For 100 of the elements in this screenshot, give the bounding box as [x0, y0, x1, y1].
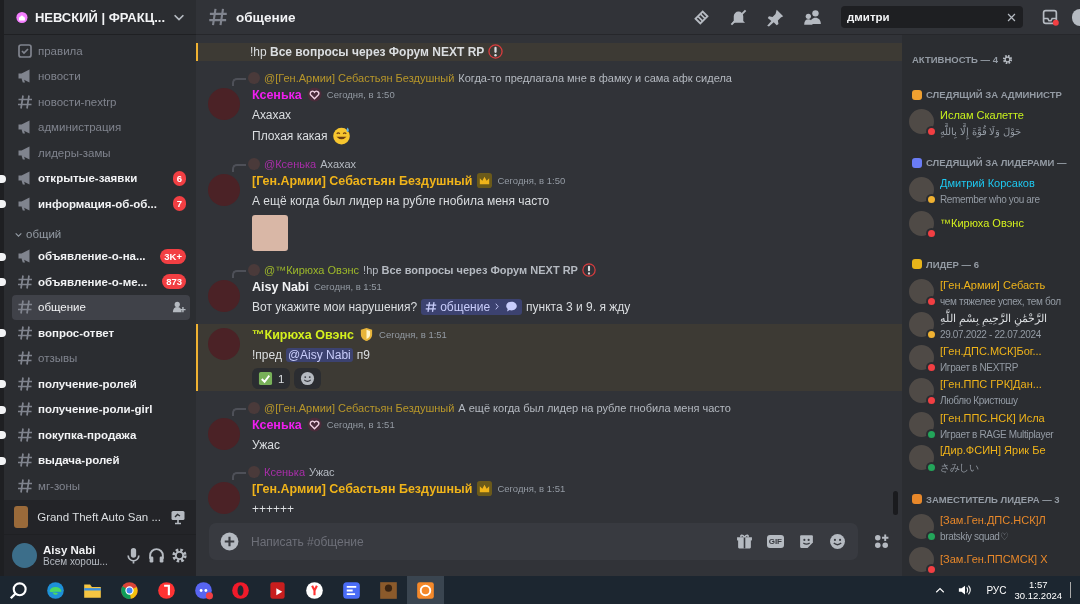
megaphone-icon	[17, 248, 33, 265]
channel-name: отзывы	[38, 352, 79, 365]
help-button[interactable]	[1072, 8, 1080, 26]
headphones-icon[interactable]	[148, 547, 165, 564]
author-name[interactable]: Ксенька	[252, 417, 302, 432]
game-cover-picture	[14, 506, 29, 528]
channel-item[interactable]: получение-ролей	[12, 371, 190, 397]
channel-name: выдача-ролей	[38, 454, 121, 467]
member-activity: чем тяжелее успех, тем бол	[940, 295, 1061, 307]
reaction-count: 1	[278, 372, 285, 385]
reply-connector	[232, 472, 246, 480]
channel-item[interactable]: общение	[12, 294, 190, 320]
channel-link[interactable]: общение	[421, 298, 523, 315]
author-name[interactable]: ™Кирюха Овэнс	[252, 327, 354, 342]
author-name[interactable]: [Ген.Армии] Себастьян Бездушный	[252, 481, 473, 496]
reply-author[interactable]: @[Ген.Армии] Себастьян Бездушный	[264, 402, 455, 414]
member-item[interactable]: ™Кирюха Овэнс	[906, 206, 1080, 240]
megaphone-icon	[17, 144, 33, 161]
settings-icon[interactable]	[1001, 54, 1013, 65]
settings-icon[interactable]	[171, 547, 188, 564]
members-icon[interactable]	[803, 7, 822, 27]
pin-icon[interactable]	[766, 7, 785, 27]
member-item[interactable]: [Ген.ППС ГРК]Дан... Люблю Кристюшу	[906, 374, 1080, 408]
apps-icon[interactable]	[873, 533, 890, 550]
mute-bell-icon[interactable]	[729, 7, 748, 27]
server-header[interactable]: НЕВСКИЙ | ФРАКЦ...	[4, 0, 196, 35]
channel-name: мг-зоны	[38, 479, 82, 492]
hash-icon	[17, 452, 33, 469]
reply-author[interactable]: @[Ген.Армии] Себастьян Бездушный	[264, 72, 455, 84]
scrollbar-thumb[interactable]	[893, 491, 898, 515]
member-activity: Играет в NEXTRP	[940, 362, 1019, 374]
member-name: Дмитрий Корсаков	[940, 176, 1036, 192]
hash-icon	[17, 350, 33, 367]
browser-icon	[157, 580, 176, 600]
reply-connector	[232, 164, 246, 172]
hash-icon	[17, 273, 33, 290]
search-bar[interactable]: дмитри	[841, 6, 1023, 28]
speaker-icon[interactable]	[958, 583, 973, 597]
member-activity: さみしい	[940, 460, 980, 475]
channel-item[interactable]: лидеры-замы	[12, 140, 190, 166]
author-name[interactable]: Aisy Nabi	[252, 279, 309, 294]
channel-name: лидеры-замы	[38, 146, 112, 159]
channel-name: информация-об-об...	[38, 197, 158, 210]
threads-icon[interactable]	[692, 7, 711, 27]
member-item[interactable]: [Ген.Армии] Себасть чем тяжелее успех, тем бол	[906, 274, 1080, 308]
channel-item[interactable]: объявление-о-ме... 873	[12, 269, 190, 295]
member-name: [Ген.ППС.НСК] Исла	[940, 410, 1046, 426]
add-reaction-button[interactable]	[294, 368, 322, 389]
browser-icon	[231, 580, 250, 600]
add-member-icon[interactable]	[172, 300, 186, 315]
hash-icon	[17, 93, 33, 110]
user-mention[interactable]: @Aisy Nabi	[285, 347, 353, 362]
member-item[interactable]: [Зам.Ген.ППСМСК] Х	[906, 542, 1080, 576]
channel-item[interactable]: объявление-о-на... 3K+	[12, 243, 190, 269]
member-item[interactable]: [Зам.Ген.ДПС.НСК]Л bratskiy squad♡	[906, 509, 1080, 543]
channel-item[interactable]: вопрос-ответ	[12, 320, 190, 346]
member-item[interactable]: Дмитрий Корсаков Remember who you are	[906, 173, 1080, 207]
message-input[interactable]: Написать #общение	[249, 533, 722, 550]
gift-icon[interactable]	[735, 533, 753, 550]
reply-author[interactable]: @™Кирюха Овэнс	[264, 264, 360, 276]
member-item[interactable]: [Ген.ДПС.МСК]Бог... Играет в NEXTRP	[906, 341, 1080, 375]
taskbar-button[interactable]	[407, 576, 444, 604]
search-field[interactable]: дмитри	[847, 11, 1002, 23]
category-header[interactable]: общий	[12, 216, 190, 244]
message-composer[interactable]: Написать #общение GIF	[209, 523, 858, 560]
member-item[interactable]: [Дир.ФСИН] Ярик Бе さみしい	[906, 440, 1080, 475]
reply-avatar	[248, 466, 260, 478]
author-name[interactable]: Ксенька	[252, 87, 302, 102]
gif-button[interactable]: GIF	[766, 535, 784, 548]
channel-item[interactable]: открытые-заявки 6	[12, 165, 190, 191]
timestamp: Сегодня, в 1:51	[379, 329, 447, 340]
emoji-icon[interactable]	[829, 533, 846, 550]
language-indicator[interactable]: РУС	[986, 584, 1007, 596]
microphone-icon[interactable]	[125, 547, 142, 564]
add-attachment-icon[interactable]	[220, 532, 239, 551]
inbox-icon[interactable]	[1042, 8, 1059, 26]
channel-item[interactable]: покупка-продажа	[12, 422, 190, 448]
sticker-icon[interactable]	[798, 533, 815, 550]
author-name[interactable]: [Ген.Армии] Себастьян Бездушный	[252, 173, 473, 188]
screen-share-icon[interactable]	[170, 509, 186, 525]
channel-item[interactable]: получение-роли-girl	[12, 396, 190, 422]
megaphone-icon	[17, 68, 33, 85]
channel-item[interactable]: выдача-ролей	[12, 447, 190, 473]
channel-item[interactable]: администрация	[12, 114, 190, 140]
member-name: [Ген.Армии] Себасть	[940, 277, 1047, 293]
channel-item[interactable]: правила	[12, 38, 190, 64]
timestamp: Сегодня, в 1:51	[313, 281, 382, 292]
reaction-button[interactable]: 1	[252, 368, 291, 389]
reply-text: Ужас	[309, 466, 335, 478]
close-icon[interactable]	[1006, 11, 1017, 23]
channel-item[interactable]: новости	[12, 63, 190, 89]
member-item[interactable]: [Ген.ППС.НСК] Исла Играет в RAGE Multiplayer	[906, 407, 1080, 441]
channel-name: получение-ролей	[38, 377, 138, 390]
group-title: СЛЕДЯЩИЙ ЗА ЛИДЕРАМИ —	[926, 157, 1067, 169]
clock-date: 30.12.2024	[1014, 590, 1062, 601]
channel-item[interactable]: мг-зоны	[12, 473, 190, 499]
channel-item[interactable]: новости-nextrp	[12, 89, 190, 115]
channel-item[interactable]: отзывы	[12, 345, 190, 371]
channel-item[interactable]: информация-об-об... 7	[12, 191, 190, 217]
message-text: !hp Все вопросы через Форум NEXT RP	[250, 43, 886, 60]
